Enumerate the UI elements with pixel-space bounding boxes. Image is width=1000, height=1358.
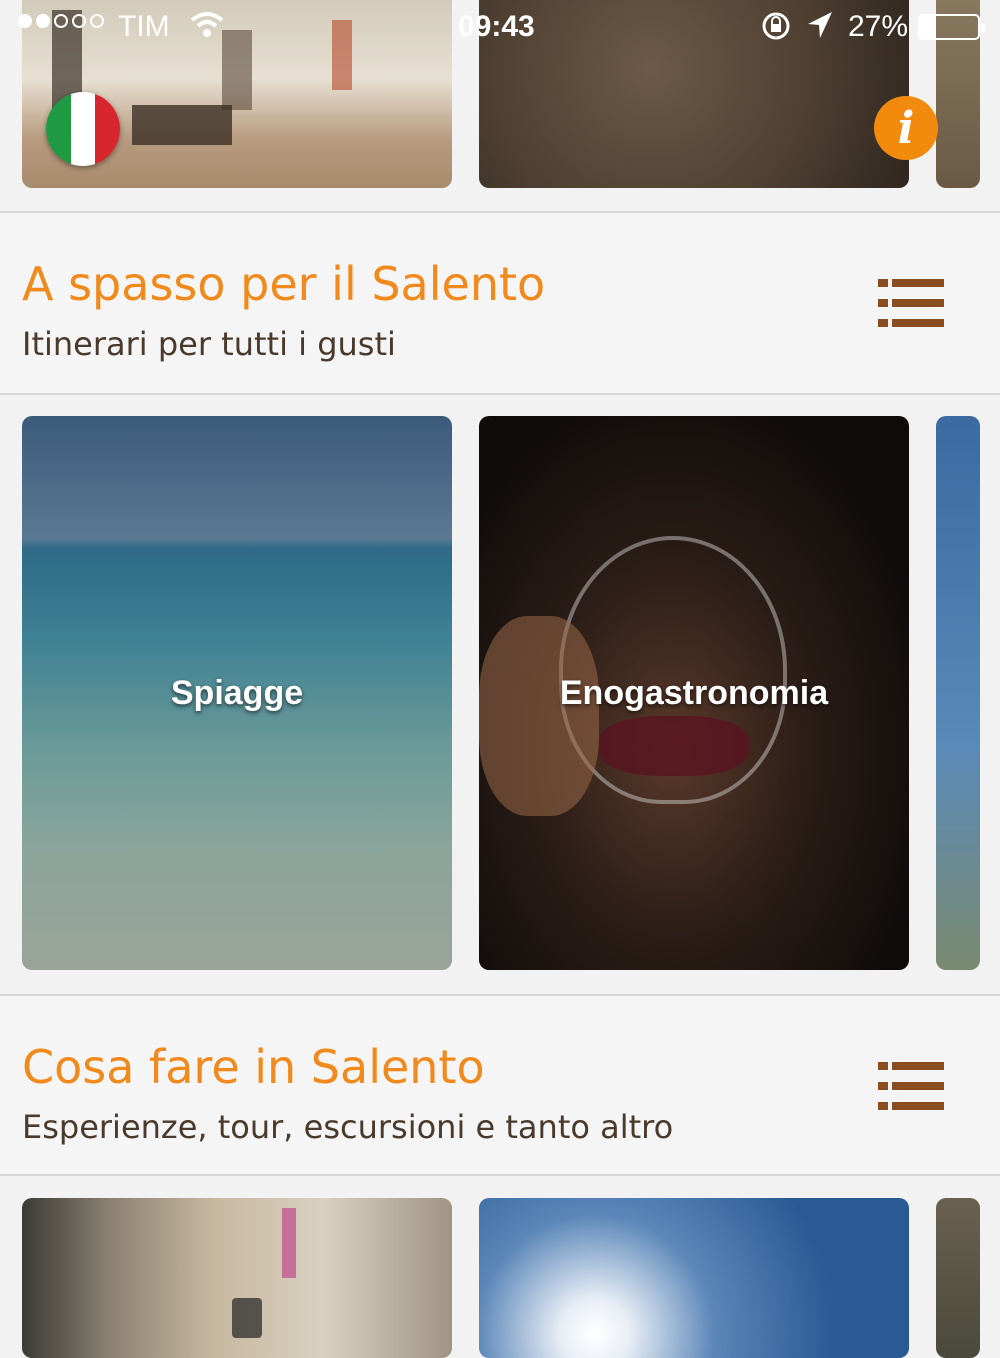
divider bbox=[0, 1174, 1000, 1176]
location-arrow-icon bbox=[806, 10, 834, 48]
battery-percent: 27% bbox=[848, 10, 909, 43]
list-view-icon[interactable] bbox=[878, 1062, 944, 1112]
italy-flag-icon[interactable] bbox=[46, 92, 120, 166]
card-label: Enogastronomia bbox=[559, 673, 829, 712]
divider bbox=[0, 393, 1000, 395]
signal-strength-icon bbox=[18, 14, 104, 28]
activity-card-town[interactable] bbox=[22, 1198, 452, 1358]
section-header-activities: Cosa fare in Salento Esperienze, tour, e… bbox=[0, 996, 1000, 1174]
section-subtitle: Esperienze, tour, escursioni e tanto alt… bbox=[22, 1108, 674, 1146]
activity-card-sun[interactable] bbox=[479, 1198, 909, 1358]
info-icon[interactable]: i bbox=[874, 96, 938, 160]
activity-card-partial[interactable] bbox=[936, 1198, 980, 1358]
battery-icon bbox=[918, 14, 985, 40]
rotation-lock-icon bbox=[760, 10, 792, 50]
wifi-icon bbox=[190, 10, 224, 48]
card-label: Spiagge bbox=[170, 673, 304, 712]
section-title: A spasso per il Salento bbox=[22, 257, 546, 311]
category-card-partial[interactable] bbox=[936, 416, 980, 970]
status-bar: TIM 09:43 27% bbox=[0, 0, 1000, 56]
section-title: Cosa fare in Salento bbox=[22, 1040, 485, 1094]
category-card-enogastronomia[interactable]: Enogastronomia bbox=[479, 416, 909, 970]
carrier-name: TIM bbox=[118, 10, 170, 43]
category-card-spiagge[interactable]: Spiagge bbox=[22, 416, 452, 970]
section-header-itineraries: A spasso per il Salento Itinerari per tu… bbox=[0, 213, 1000, 393]
list-view-icon[interactable] bbox=[878, 279, 944, 329]
section-subtitle: Itinerari per tutti i gusti bbox=[22, 325, 396, 363]
clock: 09:43 bbox=[458, 10, 535, 43]
